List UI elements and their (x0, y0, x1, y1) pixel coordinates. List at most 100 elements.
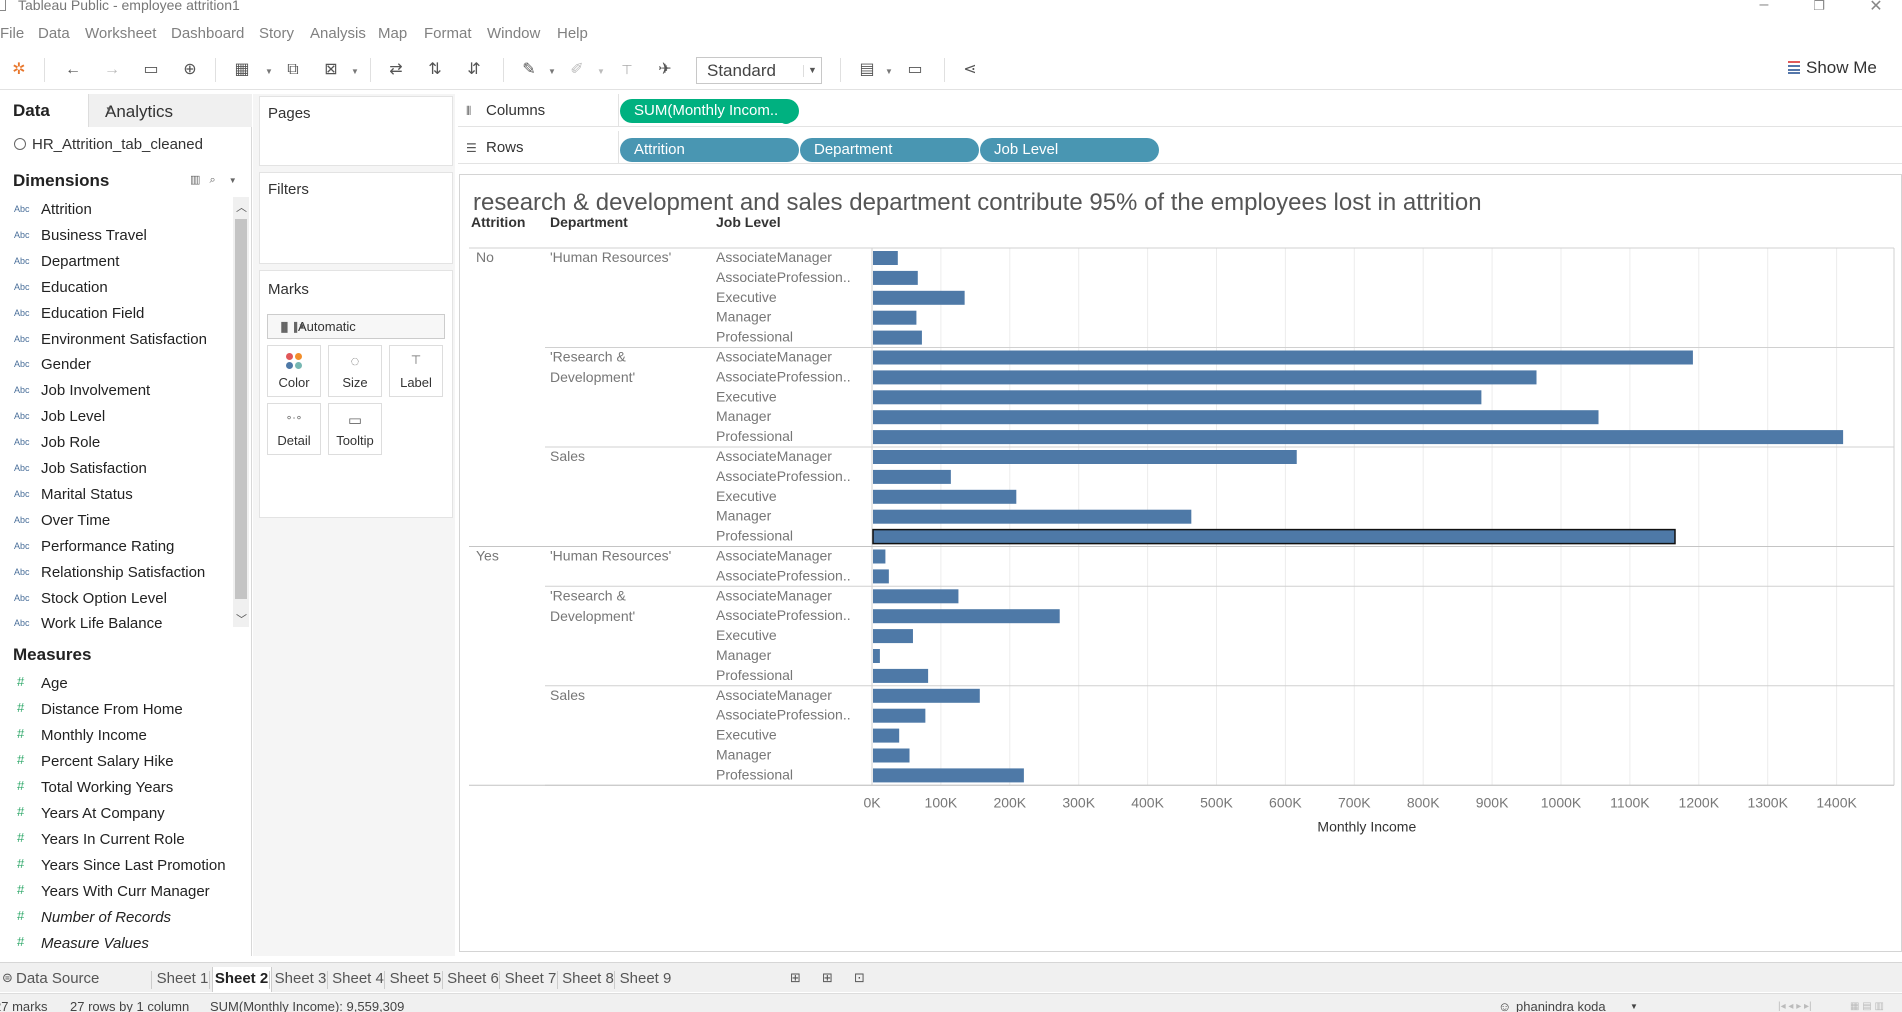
fit-select[interactable]: Standard ▼ (696, 57, 822, 84)
labels-icon[interactable]: ⊤ (616, 59, 638, 81)
tab-sheet-1[interactable]: Sheet 1 (154, 967, 211, 992)
share-icon[interactable]: ⋖ (959, 59, 981, 81)
scroll-down-icon[interactable]: ﹀ (236, 611, 247, 627)
list-view-icon[interactable]: ▥ (190, 174, 200, 186)
duplicate-icon[interactable]: ⧉ (282, 59, 304, 81)
menu-worksheet[interactable]: Worksheet (85, 25, 156, 42)
dimension-field[interactable]: Abc Attrition (0, 198, 240, 222)
dimension-field[interactable]: Abc Relationship Satisfaction (0, 561, 240, 585)
minimize-icon[interactable]: – (1754, 0, 1774, 14)
measure-field[interactable]: # Total Working Years (0, 776, 240, 800)
swap-icon[interactable]: ⇄ (385, 59, 407, 81)
restore-icon[interactable]: ❐ (1809, 0, 1829, 14)
pin-icon[interactable]: ✈ (654, 59, 676, 81)
menu-help[interactable]: Help (557, 25, 588, 42)
dimension-field[interactable]: Abc Environment Satisfaction (0, 328, 240, 352)
filters-card[interactable]: Filters (259, 172, 453, 264)
dimension-field[interactable]: Abc Education Field (0, 302, 240, 326)
dimension-field[interactable]: Abc Stock Option Level (0, 587, 240, 611)
dimension-field[interactable]: Abc Department (0, 250, 240, 274)
status-user[interactable]: phanindra koda (1516, 999, 1606, 1012)
measure-field[interactable]: # Number of Records (0, 906, 240, 930)
dimension-field[interactable]: Abc Marital Status (0, 483, 240, 507)
tab-sheet-6[interactable]: Sheet 6 (445, 967, 502, 992)
scrollbar-thumb[interactable] (235, 219, 247, 599)
tableau-logo-icon[interactable]: ✲ (8, 59, 30, 81)
dimension-field[interactable]: Abc Work Life Balance (0, 612, 240, 636)
tab-data-source[interactable]: Data Source (16, 967, 99, 992)
dimension-field[interactable]: Abc Gender (0, 353, 240, 377)
dimension-field[interactable]: Abc Job Satisfaction (0, 457, 240, 481)
new-worksheet-icon[interactable]: ▦ (231, 59, 253, 81)
tab-sheet-3[interactable]: Sheet 3 (272, 967, 329, 992)
tab-analytics[interactable]: Analytics ▼ (88, 94, 252, 127)
tab-sheet-4[interactable]: Sheet 4 (330, 967, 387, 992)
dimension-field[interactable]: Abc Performance Rating (0, 535, 240, 559)
sheet-navigation-icon[interactable]: |◂ ◂ ▸ ▸| (1778, 1001, 1812, 1012)
rows-pill-attrition[interactable]: Attrition (620, 138, 799, 162)
menu-format[interactable]: Format (424, 25, 472, 42)
size-button[interactable]: ◌ Size (328, 345, 382, 397)
detail-button[interactable]: ∘∙∘ Detail (267, 403, 321, 455)
dimensions-scrollbar[interactable]: ︿ ﹀ (233, 197, 249, 627)
clear-dropdown-icon[interactable]: ▼ (351, 67, 359, 76)
undo-icon[interactable]: ← (62, 59, 84, 81)
tab-sheet-5[interactable]: Sheet 5 (387, 967, 444, 992)
dimension-field[interactable]: Abc Job Role (0, 431, 240, 455)
highlight-dropdown-icon[interactable]: ▼ (548, 67, 556, 76)
measure-field[interactable]: # Years Since Last Promotion (0, 854, 240, 878)
columns-drop-zone[interactable] (618, 94, 1902, 127)
tooltip-button[interactable]: ▭ Tooltip (328, 403, 382, 455)
sheet-view-icon[interactable]: ▦ ▤ ▥ (1850, 1001, 1884, 1012)
menu-window[interactable]: Window (487, 25, 540, 42)
new-dashboard-tab-icon[interactable]: ⊞ (822, 970, 833, 986)
presentation-icon[interactable]: ▭ (904, 59, 926, 81)
color-button[interactable]: Color (267, 345, 321, 397)
highlight-icon[interactable]: ✎ (518, 59, 540, 81)
menu-dashboard[interactable]: Dashboard (171, 25, 244, 42)
menu-story[interactable]: Story (259, 25, 294, 42)
close-icon[interactable]: ✕ (1866, 0, 1886, 16)
search-icon[interactable]: ⌕ (209, 174, 215, 186)
tab-sheet-7[interactable]: Sheet 7 (502, 967, 559, 992)
chevron-down-icon[interactable]: ▼ (229, 176, 237, 185)
dimension-field[interactable]: Abc Education (0, 276, 240, 300)
rows-pill-department[interactable]: Department (800, 138, 979, 162)
tab-data[interactable]: Data (0, 94, 88, 127)
clear-icon[interactable]: ⊠ (320, 59, 342, 81)
measure-field[interactable]: # Years At Company (0, 802, 240, 826)
sort-descending-icon[interactable]: ⇵ (463, 59, 485, 81)
measure-field[interactable]: # Age (0, 672, 240, 696)
group-icon[interactable]: ✐ (566, 59, 588, 81)
show-me-button[interactable]: Show Me (1788, 58, 1877, 78)
new-worksheet-dropdown-icon[interactable]: ▼ (265, 67, 273, 76)
scroll-up-icon[interactable]: ︿ (236, 199, 247, 215)
menu-map[interactable]: Map (378, 25, 407, 42)
dimension-field[interactable]: Abc Over Time (0, 509, 240, 533)
measure-field[interactable]: # Years In Current Role (0, 828, 240, 852)
new-story-tab-icon[interactable]: ⊡ (854, 970, 865, 986)
tab-sheet-9[interactable]: Sheet 9 (617, 967, 674, 992)
new-worksheet-tab-icon[interactable]: ⊞ (790, 970, 801, 986)
menu-file[interactable]: File (0, 25, 24, 42)
save-icon[interactable]: ▭ (140, 59, 162, 81)
chevron-down-icon[interactable]: ▼ (1630, 1002, 1638, 1011)
tab-sheet-8[interactable]: Sheet 8 (560, 967, 617, 992)
redo-icon[interactable]: → (101, 59, 123, 81)
measure-field[interactable]: # Measure Values (0, 932, 240, 956)
measure-field[interactable]: # Percent Salary Hike (0, 750, 240, 774)
measure-field[interactable]: # Distance From Home (0, 698, 240, 722)
rows-pill-job-level[interactable]: Job Level (980, 138, 1159, 162)
dimension-field[interactable]: Abc Job Level (0, 405, 240, 429)
menu-analysis[interactable]: Analysis (310, 25, 366, 42)
measure-field[interactable]: # Years With Curr Manager (0, 880, 240, 904)
view-cards-dropdown-icon[interactable]: ▼ (885, 67, 893, 76)
measure-field[interactable]: # Monthly Income (0, 724, 240, 748)
mark-type-select[interactable]: ▐▌▐ Automatic ▼ (267, 314, 445, 339)
sort-ascending-icon[interactable]: ⇅ (424, 59, 446, 81)
dimension-field[interactable]: Abc Business Travel (0, 224, 240, 248)
view-cards-icon[interactable]: ▤ (856, 59, 878, 81)
new-data-source-icon[interactable]: ⊕ (179, 59, 201, 81)
tab-sheet-2[interactable]: Sheet 2 (211, 967, 272, 992)
dimension-field[interactable]: Abc Job Involvement (0, 379, 240, 403)
